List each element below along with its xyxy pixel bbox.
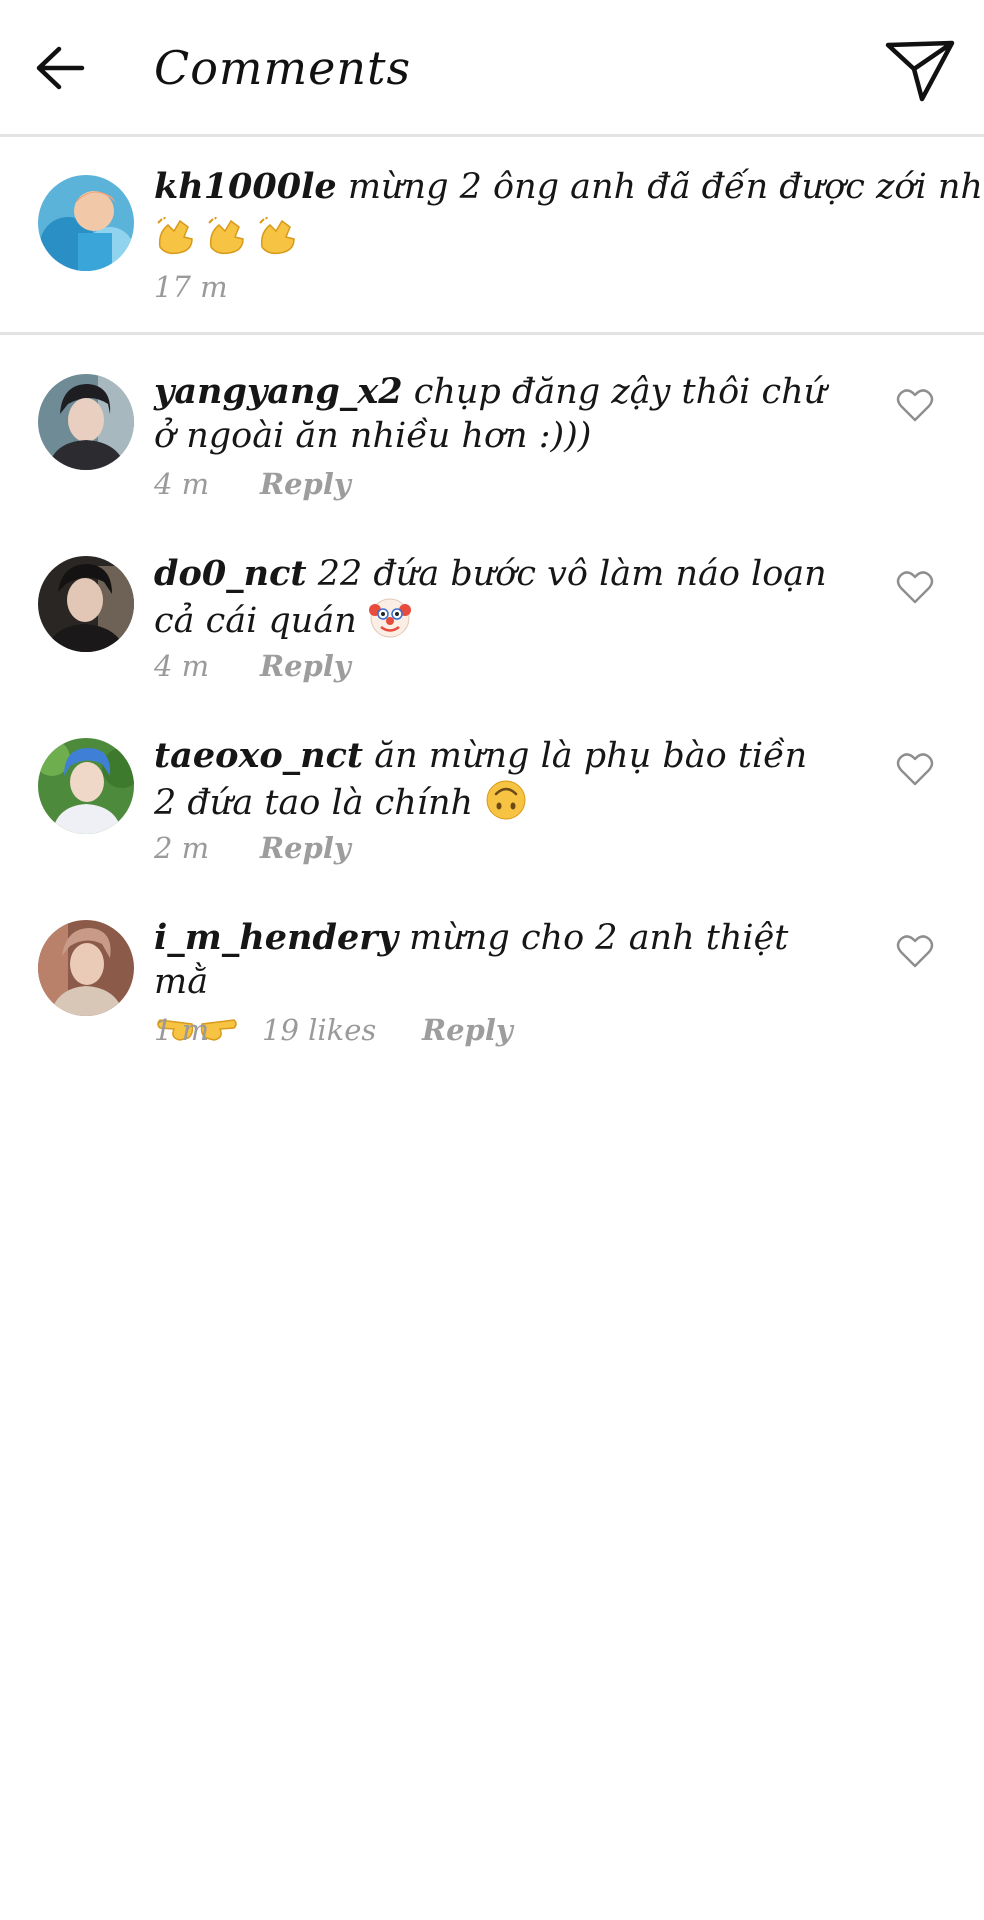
reply-button[interactable]: Reply [260, 830, 351, 866]
header-bar: Comments [0, 0, 984, 137]
comment-meta: 4 m Reply [154, 466, 351, 502]
timestamp: 2 m [154, 831, 210, 865]
heart-icon[interactable] [895, 568, 935, 608]
clown-face-emoji [368, 598, 411, 638]
avatar[interactable] [38, 738, 134, 834]
timestamp: 1 m [154, 1013, 210, 1047]
comment-meta: 4 m Reply [154, 648, 351, 684]
comment-username[interactable]: i_m_hendery [154, 917, 398, 958]
comment-meta: 1 m 19 likes Reply [154, 1012, 513, 1048]
avatar[interactable] [38, 556, 134, 652]
caption-text: kh1000le mừng 2 ông anh đã đến được zới … [154, 165, 984, 209]
comment-text: do0_nct 22 đứa bước vô làm náo loạn cả c… [154, 552, 834, 643]
comment-username[interactable]: do0_nct [154, 553, 307, 594]
caption-meta: 17 m [154, 269, 228, 305]
reply-button[interactable]: Reply [422, 1012, 513, 1048]
comment-text: taeoxo_nct ăn mừng là phụ bào tiền 2 đứa… [154, 734, 834, 825]
clapping-hands-emoji [154, 217, 302, 255]
likes-count[interactable]: 19 likes [262, 1012, 422, 1048]
timestamp: 4 m [154, 649, 210, 683]
comment-meta: 2 m Reply [154, 830, 351, 866]
reply-button[interactable]: Reply [260, 648, 351, 684]
caption-body: mừng 2 ông anh đã đến được zới nhau [347, 167, 984, 207]
avatar[interactable] [38, 175, 134, 271]
heart-icon[interactable] [895, 932, 935, 972]
back-button[interactable] [30, 38, 90, 98]
post-caption: kh1000le mừng 2 ông anh đã đến được zới … [0, 137, 984, 335]
comment-username[interactable]: taeoxo_nct [154, 735, 363, 776]
caption-username[interactable]: kh1000le [154, 166, 337, 207]
timestamp: 4 m [154, 467, 210, 501]
paper-plane-icon [885, 40, 955, 102]
avatar[interactable] [38, 374, 134, 470]
arrow-left-icon [36, 46, 85, 90]
reply-button[interactable]: Reply [260, 466, 351, 502]
page-title: Comments [154, 41, 412, 95]
comment-username[interactable]: yangyang_x2 [154, 371, 403, 412]
share-button[interactable] [882, 34, 958, 106]
heart-icon[interactable] [895, 386, 935, 426]
heart-icon[interactable] [895, 750, 935, 790]
avatar[interactable] [38, 920, 134, 1016]
comment-text: yangyang_x2 chụp đăng zậy thôi chứ ở ngo… [154, 370, 834, 458]
timestamp: 17 m [154, 270, 228, 304]
upside-down-face-emoji [486, 780, 526, 820]
